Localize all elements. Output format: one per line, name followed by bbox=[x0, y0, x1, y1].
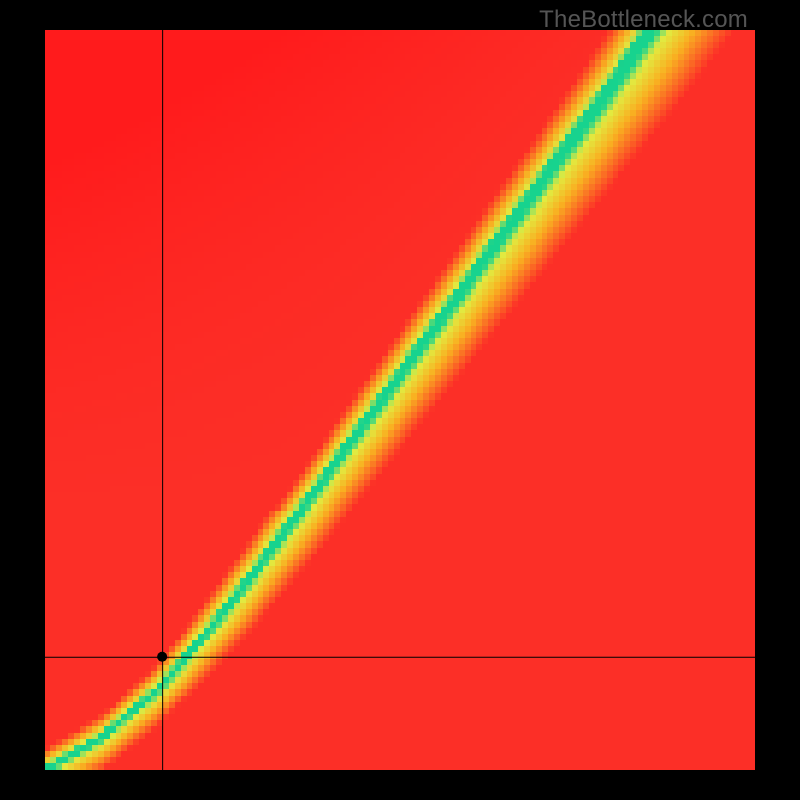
heatmap-canvas bbox=[45, 30, 755, 770]
chart-frame: TheBottleneck.com bbox=[0, 0, 800, 800]
heatmap-plot bbox=[45, 30, 755, 770]
